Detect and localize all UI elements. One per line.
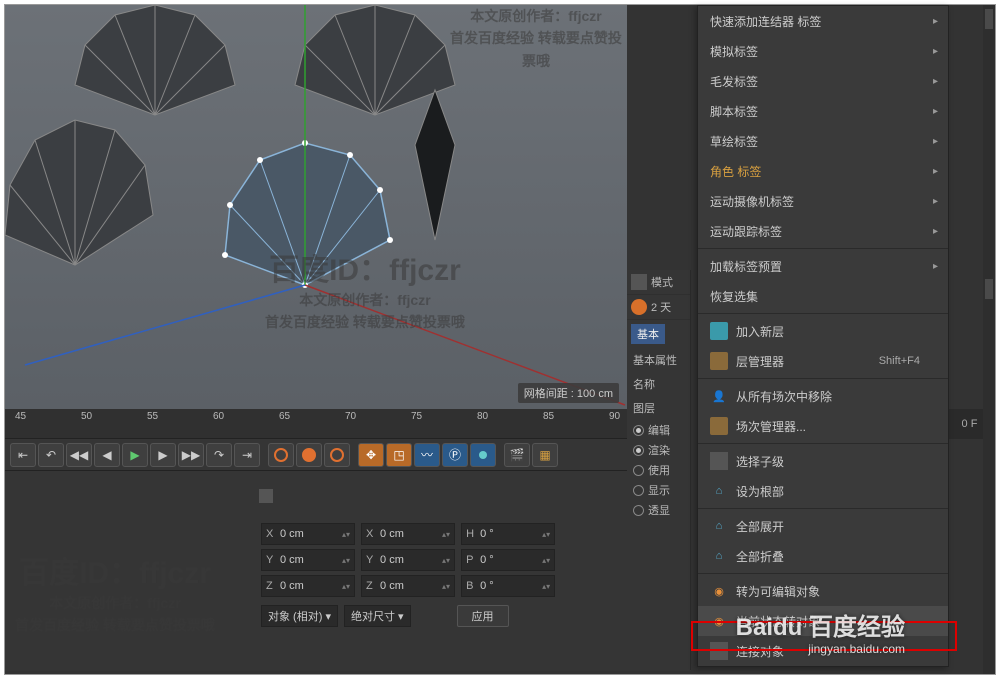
context-menu-item[interactable]: 脚本标签▸ bbox=[698, 96, 948, 126]
name-field-label: 名称 bbox=[627, 372, 690, 396]
axis-gizmo bbox=[5, 5, 627, 409]
coord-size-input[interactable]: Z0 cm▴▾ bbox=[361, 575, 455, 597]
scale-tool-button[interactable]: ◳ bbox=[386, 443, 412, 467]
timeline-tick: 70 bbox=[345, 411, 356, 422]
coord-size-input[interactable]: X0 cm▴▾ bbox=[361, 523, 455, 545]
side-scroll-handle[interactable] bbox=[983, 5, 995, 674]
sound-button[interactable]: 🎬 bbox=[504, 443, 530, 467]
menu-item-icon: ◉ bbox=[710, 582, 728, 600]
context-menu-item[interactable]: 👤从所有场次中移除 bbox=[698, 381, 948, 411]
menu-item-icon: ⌂ bbox=[710, 482, 728, 500]
coord-rot-input[interactable]: H0 °▴▾ bbox=[461, 523, 555, 545]
visibility-radio[interactable]: 显示 bbox=[627, 480, 690, 500]
visibility-radio[interactable]: 编辑 bbox=[627, 420, 690, 440]
render-button[interactable]: ▦ bbox=[532, 443, 558, 467]
context-menu: 快速添加连结器 标签▸模拟标签▸毛发标签▸脚本标签▸草绘标签▸角色 标签▸运动摄… bbox=[697, 5, 949, 667]
context-menu-item[interactable]: 恢复选集 bbox=[698, 281, 948, 311]
fcurve-button[interactable]: 〰 bbox=[414, 443, 440, 467]
visibility-radio[interactable]: 渲染 bbox=[627, 440, 690, 460]
context-menu-item[interactable]: 层管理器Shift+F4 bbox=[698, 346, 948, 376]
context-menu-item[interactable]: 连接对象 bbox=[698, 636, 948, 666]
context-menu-item[interactable]: ⌂设为根部 bbox=[698, 476, 948, 506]
coord-x-input[interactable]: Y0 cm▴▾ bbox=[261, 549, 355, 571]
coord-mode-dropdown[interactable]: 对象 (相对) ▾ bbox=[261, 605, 338, 627]
timeline-tick: 80 bbox=[477, 411, 488, 422]
context-menu-item[interactable]: ⌂全部折叠 bbox=[698, 541, 948, 571]
timeline-tick: 55 bbox=[147, 411, 158, 422]
key-options-button[interactable] bbox=[324, 443, 350, 467]
next-frame-button[interactable]: ▶▶ bbox=[178, 443, 204, 467]
context-menu-item[interactable]: 运动摄像机标签▸ bbox=[698, 186, 948, 216]
play-button[interactable]: ▶ bbox=[122, 443, 148, 467]
step-fwd-button[interactable]: ▶ bbox=[150, 443, 176, 467]
context-menu-item[interactable]: 加载标签预置▸ bbox=[698, 251, 948, 281]
apply-button[interactable]: 应用 bbox=[457, 605, 509, 627]
record-button[interactable] bbox=[268, 443, 294, 467]
object-count: 2 天 bbox=[651, 299, 671, 315]
basic-attr-heading: 基本属性 bbox=[627, 348, 690, 372]
menu-item-icon: ⌂ bbox=[710, 547, 728, 565]
context-menu-item[interactable]: ⌂全部展开 bbox=[698, 511, 948, 541]
coord-x-input[interactable]: X0 cm▴▾ bbox=[261, 523, 355, 545]
timeline-tick: 65 bbox=[279, 411, 290, 422]
menu-item-icon bbox=[710, 417, 728, 435]
context-menu-item[interactable]: 加入新层 bbox=[698, 316, 948, 346]
coordinate-panel: X0 cm▴▾ X0 cm▴▾ H0 °▴▾ Y0 cm▴▾ Y0 cm▴▾ P0 °▴▾… bbox=[5, 471, 691, 671]
timeline-ruler[interactable]: 45 50 55 60 65 70 75 80 85 90 bbox=[5, 409, 691, 439]
menu-item-icon bbox=[710, 322, 728, 340]
goto-end-button[interactable]: ⇥ bbox=[234, 443, 260, 467]
visibility-radio[interactable]: 使用 bbox=[627, 460, 690, 480]
timeline-tick: 75 bbox=[411, 411, 422, 422]
context-menu-item[interactable]: 选择子级 bbox=[698, 446, 948, 476]
menu-item-icon: ◉ bbox=[710, 612, 728, 630]
param-button[interactable]: Ⓟ bbox=[442, 443, 468, 467]
timeline-tick: 60 bbox=[213, 411, 224, 422]
autokey-button[interactable] bbox=[296, 443, 322, 467]
context-menu-item[interactable]: 角色 标签▸ bbox=[698, 156, 948, 186]
coord-rot-input[interactable]: P0 °▴▾ bbox=[461, 549, 555, 571]
menu-item-icon: ⌂ bbox=[710, 517, 728, 535]
timeline-tick: 90 bbox=[609, 411, 620, 422]
context-menu-item[interactable]: 模拟标签▸ bbox=[698, 36, 948, 66]
mode-label: 模式 bbox=[651, 274, 673, 290]
playback-toolbar: ⇤ ↶ ◀◀ ◀ ▶ ▶ ▶▶ ↷ ⇥ ✥ ◳ 〰 Ⓟ 🎬 ▦ bbox=[5, 439, 691, 471]
step-back-button[interactable]: ◀ bbox=[94, 443, 120, 467]
object-icon bbox=[631, 299, 647, 315]
visibility-radio[interactable]: 透显 bbox=[627, 500, 690, 520]
panel-handle-icon[interactable] bbox=[259, 489, 273, 503]
coord-rot-input[interactable]: B0 °▴▾ bbox=[461, 575, 555, 597]
layer-field-label: 图层 bbox=[627, 396, 690, 420]
point-button[interactable] bbox=[470, 443, 496, 467]
timeline-tick: 45 bbox=[15, 411, 26, 422]
context-menu-item[interactable]: 场次管理器... bbox=[698, 411, 948, 441]
grid-icon bbox=[631, 274, 647, 290]
viewport-3d[interactable]: 网格间距 : 100 cm 百度ID：ffjczr 本文原创作者：ffjczr … bbox=[5, 5, 627, 409]
coord-size-input[interactable]: Y0 cm▴▾ bbox=[361, 549, 455, 571]
context-menu-item[interactable]: 快速添加连结器 标签▸ bbox=[698, 6, 948, 36]
prev-key-button[interactable]: ↶ bbox=[38, 443, 64, 467]
coord-size-dropdown[interactable]: 绝对尺寸 ▾ bbox=[344, 605, 411, 627]
context-menu-item[interactable]: 草绘标签▸ bbox=[698, 126, 948, 156]
menu-item-icon: 👤 bbox=[710, 387, 728, 405]
prev-frame-button[interactable]: ◀◀ bbox=[66, 443, 92, 467]
timeline-tick: 85 bbox=[543, 411, 554, 422]
grid-spacing-label: 网格间距 : 100 cm bbox=[518, 383, 619, 403]
basic-tab[interactable]: 基本 bbox=[631, 324, 665, 344]
context-menu-item[interactable]: 运动跟踪标签▸ bbox=[698, 216, 948, 246]
menu-item-icon bbox=[710, 452, 728, 470]
context-menu-item[interactable]: ◉转为可编辑对象 bbox=[698, 576, 948, 606]
move-tool-button[interactable]: ✥ bbox=[358, 443, 384, 467]
context-menu-item[interactable]: 毛发标签▸ bbox=[698, 66, 948, 96]
coord-x-input[interactable]: Z0 cm▴▾ bbox=[261, 575, 355, 597]
menu-item-icon bbox=[710, 642, 728, 660]
menu-item-icon bbox=[710, 352, 728, 370]
attribute-panel: 模式 2 天 基本 基本属性 名称 图层 编辑渲染使用显示透显 bbox=[627, 270, 691, 670]
context-menu-item[interactable]: ◉当前状态转对象 bbox=[698, 606, 948, 636]
timeline-tick: 50 bbox=[81, 411, 92, 422]
next-key-button[interactable]: ↷ bbox=[206, 443, 232, 467]
goto-start-button[interactable]: ⇤ bbox=[10, 443, 36, 467]
